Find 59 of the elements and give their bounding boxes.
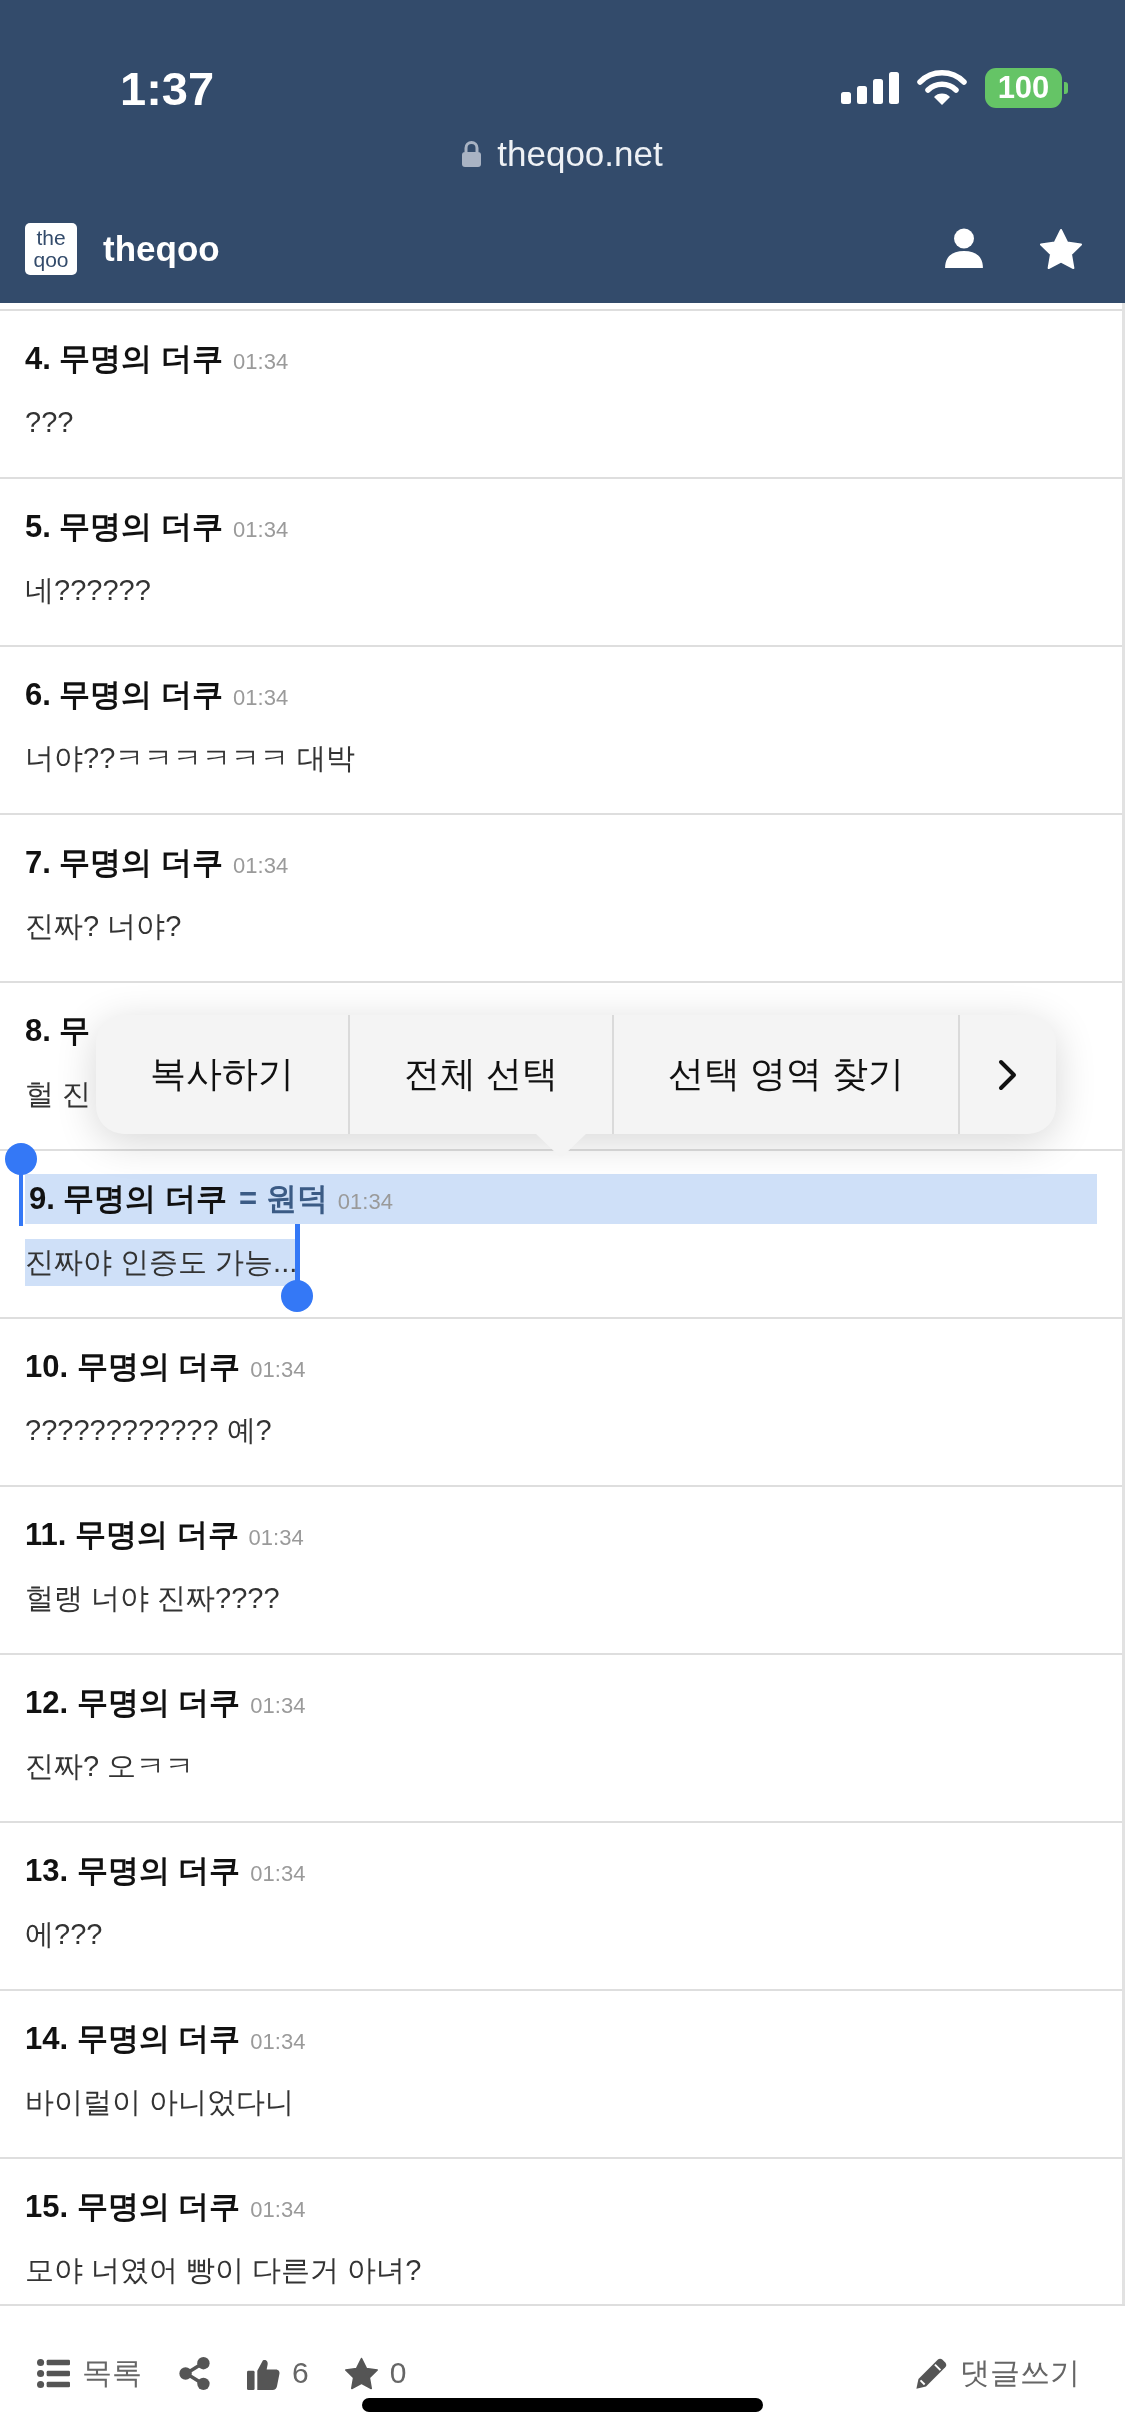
- comment-author: 7. 무명의 더쿠: [25, 844, 224, 882]
- comment-text: 너야??ㅋㅋㅋㅋㅋㅋ 대박: [25, 741, 356, 776]
- comment-author: 8. 무: [25, 1012, 91, 1050]
- comment-text: ???????????? 예?: [25, 1413, 272, 1448]
- comment-text: 네??????: [25, 573, 151, 608]
- comment-time: 01:34: [233, 515, 289, 543]
- comment-time: 01:34: [233, 683, 289, 711]
- comment-author: 11. 무명의 더쿠: [25, 1516, 239, 1554]
- comment-author: 5. 무명의 더쿠: [25, 508, 224, 546]
- signal-icon: [841, 72, 899, 104]
- comment-time: 01:34: [250, 1859, 306, 1887]
- favorite-button[interactable]: 0: [344, 2352, 407, 2394]
- lock-icon: [462, 141, 482, 167]
- comment-text: 모야 너였어 빵이 다른거 아녀?: [25, 2253, 422, 2288]
- comment-time: 01:34: [233, 347, 289, 375]
- comment-author: 12. 무명의 더쿠: [25, 1684, 241, 1722]
- comment-time: 01:34: [337, 1187, 393, 1215]
- pencil-icon: [915, 2356, 948, 2390]
- address-url[interactable]: theqoo.net: [497, 134, 663, 174]
- comment-time: 01:34: [250, 2195, 306, 2223]
- status-time: 1:37: [120, 60, 215, 116]
- comment-time: 01:34: [233, 851, 289, 879]
- account-button[interactable]: [943, 227, 985, 270]
- menu-option[interactable]: 복사하기: [96, 1015, 348, 1134]
- share-icon: [178, 2356, 211, 2390]
- like-button[interactable]: 6: [247, 2352, 309, 2394]
- comment-author: 15. 무명의 더쿠: [25, 2188, 241, 2226]
- chevron-right-icon: [998, 1058, 1019, 1091]
- comment-text: 바이럴이 아니었다니: [25, 2085, 295, 2120]
- author-tag: = 원덕: [239, 1178, 328, 1220]
- battery-indicator: 100: [985, 68, 1068, 108]
- comment-time: 01:34: [250, 1691, 306, 1719]
- comment-author: 13. 무명의 더쿠: [25, 1852, 241, 1890]
- write-comment-button[interactable]: 댓글쓰기: [915, 2352, 1080, 2394]
- menu-option[interactable]: 선택 영역 찾기: [612, 1015, 959, 1134]
- list-button[interactable]: 목록: [37, 2352, 142, 2394]
- comment-text: 진짜? 너야?: [25, 909, 182, 944]
- comment-author: 9. 무명의 더쿠: [29, 1180, 228, 1218]
- comment-time: 01:34: [250, 2027, 306, 2055]
- comment-text: 진짜야 인증도 가능...: [25, 1239, 298, 1286]
- list-icon: [37, 2356, 70, 2390]
- star-icon: [1040, 227, 1082, 270]
- site-logo[interactable]: the qoo: [25, 222, 77, 275]
- favorites-button[interactable]: [1040, 227, 1082, 270]
- comment-author: 4. 무명의 더쿠: [25, 340, 224, 378]
- comment-author: 10. 무명의 더쿠: [25, 1348, 241, 1386]
- comment-text: 헐랭 너야 진짜????: [25, 1581, 280, 1616]
- comment-author: 14. 무명의 더쿠: [25, 2020, 241, 2058]
- person-icon: [943, 227, 985, 270]
- comment-text: 진짜? 오ㅋㅋ: [25, 1749, 195, 1784]
- site-title[interactable]: theqoo: [103, 228, 220, 269]
- comment-time: 01:34: [248, 1523, 304, 1551]
- comment-author: 6. 무명의 더쿠: [25, 676, 224, 714]
- comment-text: 헐 진: [25, 1077, 92, 1112]
- comment-text: 에???: [25, 1917, 103, 1952]
- wifi-icon: [917, 70, 967, 106]
- star-icon: [344, 2356, 378, 2390]
- comment-text: ???: [25, 405, 74, 440]
- comment-time: 01:34: [250, 1355, 306, 1383]
